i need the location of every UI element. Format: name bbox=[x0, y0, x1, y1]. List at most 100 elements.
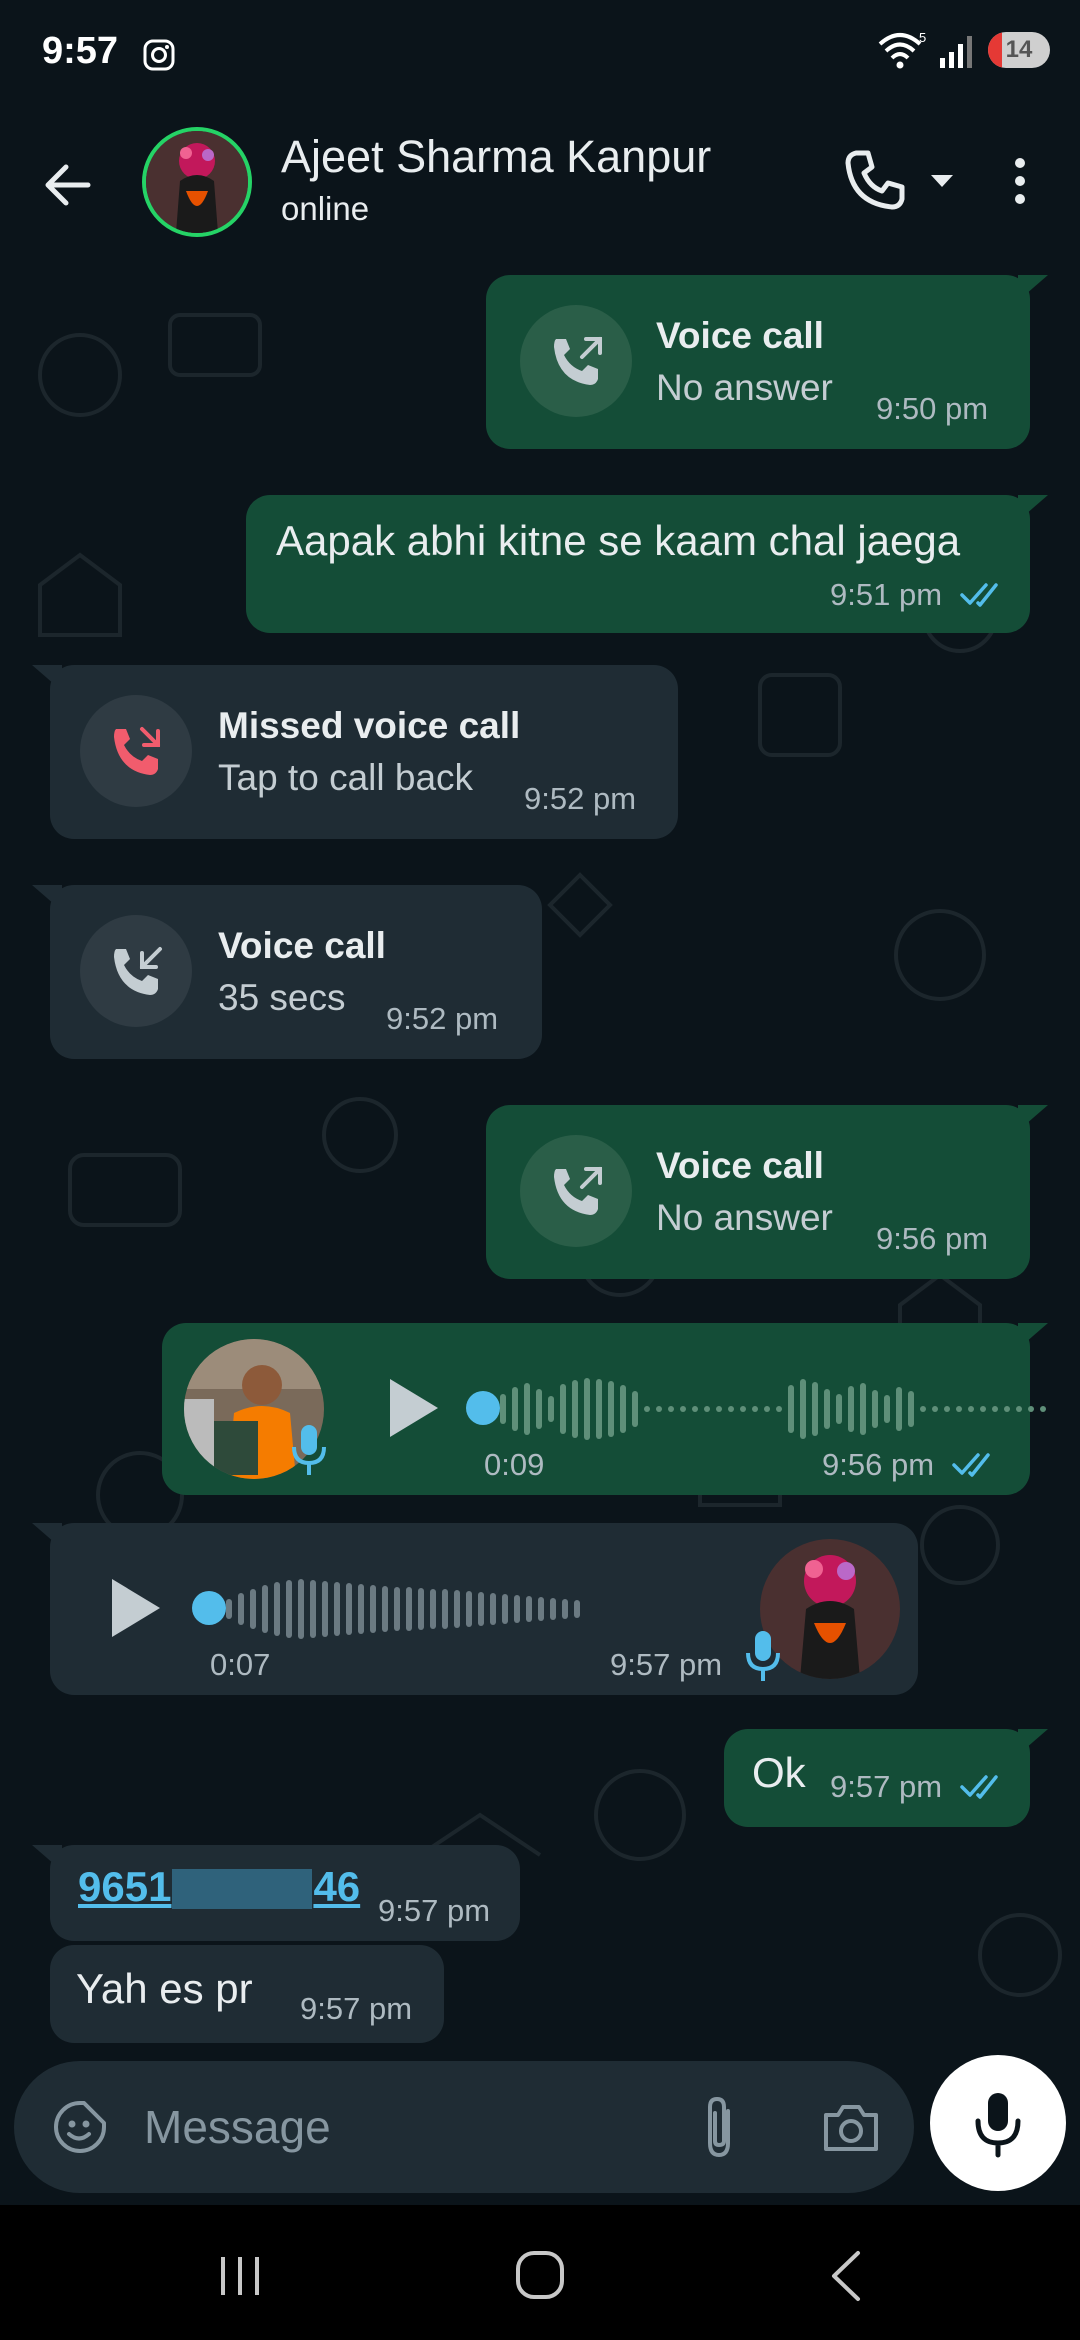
message-time: 9:56 pm bbox=[822, 1447, 935, 1482]
waveform-bar bbox=[548, 1396, 554, 1422]
waveform-bar bbox=[944, 1406, 950, 1412]
call-subtitle: No answer bbox=[656, 367, 833, 408]
record-voice-button[interactable] bbox=[930, 2055, 1066, 2191]
nav-back-icon[interactable] bbox=[826, 2249, 866, 2303]
chat-header: Ajeet Sharma Kanpur online bbox=[0, 115, 1080, 255]
more-vert-icon[interactable] bbox=[1000, 151, 1040, 211]
phone-number-start: 9651 bbox=[78, 1863, 172, 1910]
waveform-bar bbox=[490, 1593, 496, 1625]
waveform-bar bbox=[334, 1582, 340, 1636]
incoming-link-bubble[interactable]: 9651 46 9:57 pm bbox=[32, 1845, 520, 1941]
call-title: Missed voice call bbox=[218, 705, 521, 746]
home-icon[interactable] bbox=[514, 2249, 566, 2301]
message-text: Yah es pr bbox=[76, 1965, 253, 2012]
contact-name[interactable]: Ajeet Sharma Kanpur bbox=[281, 131, 711, 183]
battery-level: 14 bbox=[1005, 36, 1033, 63]
call-subtitle: 35 secs bbox=[218, 977, 346, 1018]
waveform-bar bbox=[370, 1585, 376, 1633]
waveform-bar bbox=[860, 1383, 866, 1435]
outgoing-call-bubble[interactable]: Voice call No answer 9:50 pm bbox=[486, 275, 1048, 449]
waveform-bar bbox=[526, 1596, 532, 1622]
message-time: 9:51 pm bbox=[830, 577, 943, 612]
waveform-bar bbox=[848, 1386, 854, 1432]
waveform-bar bbox=[920, 1406, 926, 1412]
message-time: 9:57 pm bbox=[378, 1893, 491, 1928]
playback-position[interactable] bbox=[192, 1591, 226, 1625]
waveform-bar bbox=[752, 1406, 758, 1412]
waveform-bar bbox=[716, 1406, 722, 1412]
waveform-bar bbox=[956, 1406, 962, 1412]
chat-area[interactable]: Voice call No answer 9:50 pm Aapak abhi … bbox=[0, 255, 1080, 2055]
phone-icon[interactable] bbox=[840, 145, 910, 215]
waveform-bar bbox=[620, 1385, 626, 1433]
phone-number-end: 46 bbox=[313, 1863, 361, 1910]
call-title: Voice call bbox=[656, 1145, 824, 1186]
message-input-pill[interactable] bbox=[14, 2061, 914, 2193]
waveform-bar bbox=[740, 1406, 746, 1412]
waveform-bar bbox=[1016, 1406, 1022, 1412]
message-time: 9:50 pm bbox=[876, 391, 989, 426]
outgoing-call-bubble[interactable]: Voice call No answer 9:56 pm bbox=[486, 1105, 1048, 1279]
voice-duration: 0:07 bbox=[210, 1647, 271, 1682]
outgoing-call-icon bbox=[520, 1135, 632, 1247]
signal-icon bbox=[940, 36, 972, 68]
sticker-icon[interactable] bbox=[50, 2097, 110, 2157]
instagram-icon bbox=[143, 39, 175, 71]
recent-apps-icon[interactable] bbox=[215, 2253, 265, 2299]
incoming-text-bubble[interactable]: Yah es pr 9:57 pm bbox=[50, 1945, 444, 2043]
waveform-bar bbox=[454, 1590, 460, 1628]
waveform-bar bbox=[644, 1406, 650, 1412]
waveform-bar bbox=[908, 1391, 914, 1427]
voice-waveform[interactable] bbox=[500, 1369, 1046, 1449]
system-nav-bar bbox=[0, 2205, 1080, 2340]
camera-icon[interactable] bbox=[820, 2099, 882, 2155]
waveform-bar bbox=[800, 1379, 806, 1439]
waveform-bar bbox=[608, 1381, 614, 1437]
back-arrow-icon[interactable] bbox=[38, 155, 98, 215]
waveform-bar bbox=[728, 1406, 734, 1412]
waveform-bar bbox=[788, 1385, 794, 1433]
waveform-bar bbox=[574, 1600, 580, 1618]
waveform-bar bbox=[824, 1389, 830, 1429]
outgoing-text-bubble[interactable]: Aapak abhi kitne se kaam chal jaega 9:51… bbox=[246, 495, 1048, 633]
battery-indicator: 14 bbox=[988, 32, 1050, 68]
chevron-down-icon[interactable] bbox=[925, 163, 959, 197]
read-ticks-icon bbox=[960, 1775, 998, 1799]
mic-icon bbox=[292, 1425, 326, 1475]
waveform-bar bbox=[322, 1581, 328, 1637]
waveform-bar bbox=[562, 1599, 568, 1619]
missed-call-icon bbox=[80, 695, 192, 807]
waveform-bar bbox=[286, 1580, 292, 1638]
mic-icon bbox=[975, 2093, 1021, 2158]
incoming-voice-note[interactable]: 0:07 9:57 pm bbox=[32, 1523, 918, 1695]
waveform-bar bbox=[430, 1589, 436, 1629]
message-input[interactable] bbox=[144, 2091, 664, 2163]
read-ticks-icon bbox=[960, 583, 998, 607]
waveform-bar bbox=[298, 1579, 304, 1639]
contact-avatar[interactable] bbox=[142, 127, 252, 237]
redacted-digits bbox=[172, 1869, 312, 1909]
message-time: 9:56 pm bbox=[876, 1221, 989, 1256]
outgoing-text-bubble[interactable]: Ok 9:57 pm bbox=[724, 1729, 1048, 1827]
voice-waveform[interactable] bbox=[226, 1569, 580, 1649]
missed-call-bubble[interactable]: Missed voice call Tap to call back 9:52 … bbox=[32, 665, 678, 839]
waveform-bar bbox=[668, 1406, 674, 1412]
message-time: 9:57 pm bbox=[610, 1647, 723, 1682]
play-icon[interactable] bbox=[380, 1373, 444, 1443]
waveform-bar bbox=[394, 1587, 400, 1631]
waveform-bar bbox=[382, 1586, 388, 1632]
incoming-call-bubble[interactable]: Voice call 35 secs 9:52 pm bbox=[32, 885, 542, 1059]
waveform-bar bbox=[836, 1394, 842, 1424]
waveform-bar bbox=[346, 1583, 352, 1635]
play-icon[interactable] bbox=[102, 1573, 166, 1643]
outgoing-voice-note[interactable]: 0:09 9:56 pm bbox=[162, 1323, 1048, 1495]
waveform-bar bbox=[238, 1593, 244, 1625]
waveform-bar bbox=[250, 1589, 256, 1629]
paperclip-icon[interactable] bbox=[694, 2091, 744, 2163]
waveform-bar bbox=[704, 1406, 710, 1412]
message-text: Ok bbox=[752, 1749, 806, 1796]
waveform-bar bbox=[502, 1594, 508, 1624]
waveform-bar bbox=[536, 1389, 542, 1429]
waveform-bar bbox=[692, 1406, 698, 1412]
playback-position[interactable] bbox=[466, 1391, 500, 1425]
